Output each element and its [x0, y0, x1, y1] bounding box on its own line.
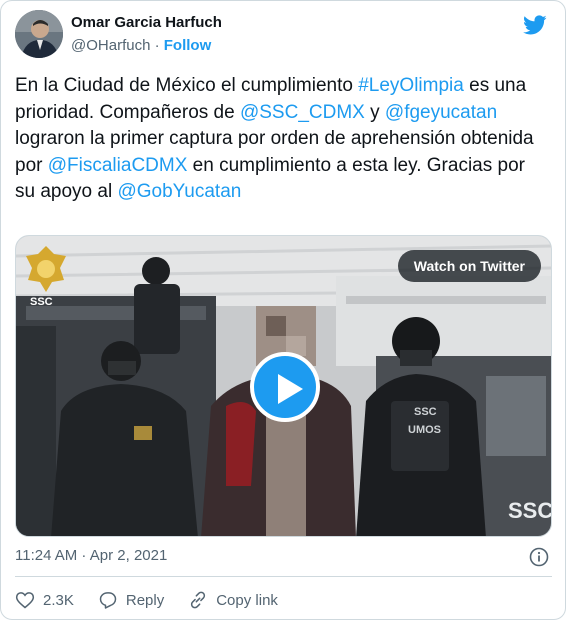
- hashtag-leyolimpia[interactable]: #LeyOlimpia: [358, 75, 464, 96]
- mention-ssc-cdmx[interactable]: @SSC_CDMX: [240, 102, 365, 123]
- divider: [15, 576, 552, 577]
- author-avatar[interactable]: [15, 10, 63, 58]
- mention-gobyucatan[interactable]: @GobYucatan: [117, 181, 241, 202]
- watch-on-twitter-button[interactable]: Watch on Twitter: [397, 250, 541, 282]
- ssc-logo: SSC: [30, 296, 53, 308]
- mention-fgeyucatan[interactable]: @fgeyucatan: [385, 102, 497, 123]
- vest-label-ssc: SSC: [414, 406, 437, 418]
- tweet-timestamp[interactable]: 11:24 AM · Apr 2, 2021: [15, 547, 167, 564]
- video-media[interactable]: SSC SSC UMOS SSC Watch on Twitter: [15, 235, 552, 537]
- author-handle[interactable]: @OHarfuch: [71, 37, 150, 54]
- tweet-card: Omar Garcia Harfuch @OHarfuch · Follow E…: [0, 0, 566, 620]
- like-count: 2.3K: [43, 591, 74, 609]
- tweet-text: En la Ciudad de México el cumplimiento #…: [15, 73, 545, 206]
- author-handle-row: @OHarfuch · Follow: [71, 37, 211, 54]
- twitter-bird-icon[interactable]: [523, 13, 547, 37]
- copy-link-label: Copy link: [216, 591, 278, 609]
- truck-label-ssc: SSC: [508, 498, 552, 523]
- link-icon: [191, 591, 206, 609]
- mention-fiscaliacdmx[interactable]: @FiscaliaCDMX: [48, 155, 188, 176]
- play-button[interactable]: [250, 352, 320, 422]
- follow-button[interactable]: Follow: [164, 37, 212, 54]
- handle-separator: ·: [154, 37, 160, 54]
- like-button[interactable]: 2.3K: [15, 590, 74, 610]
- vest-label-umos: UMOS: [408, 424, 441, 436]
- copy-link-button[interactable]: Copy link: [188, 590, 278, 610]
- author-name[interactable]: Omar Garcia Harfuch: [71, 14, 222, 31]
- reply-label: Reply: [125, 591, 165, 609]
- reply-icon: [99, 592, 117, 609]
- info-icon[interactable]: [529, 547, 549, 567]
- heart-icon: [15, 592, 35, 609]
- reply-button[interactable]: Reply: [98, 590, 164, 610]
- play-icon: [278, 374, 303, 404]
- tweet-text-segment: En la Ciudad de México el cumplimiento: [15, 75, 359, 96]
- tweet-text-segment: y: [364, 101, 385, 123]
- police-badge-icon: [26, 246, 66, 292]
- action-bar: 2.3K Reply Copy link: [15, 588, 302, 612]
